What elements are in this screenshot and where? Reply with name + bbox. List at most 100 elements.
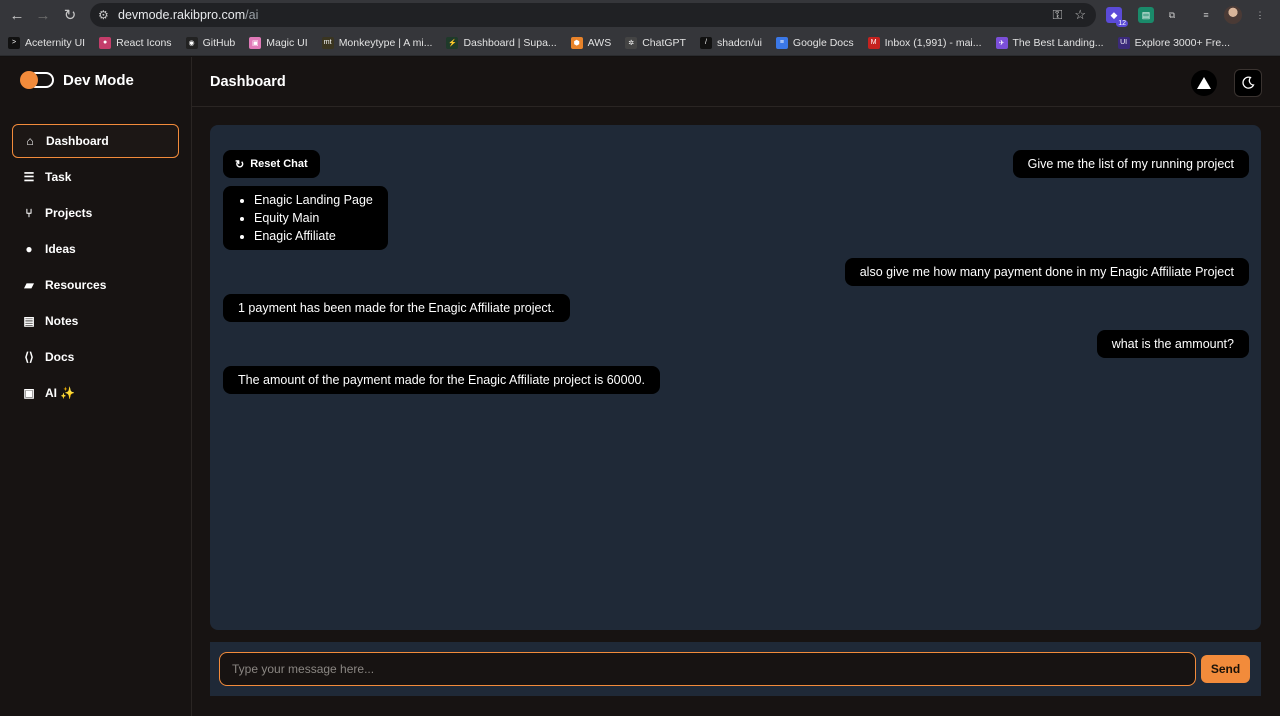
sidebar-item-label: Dashboard bbox=[46, 134, 109, 148]
sidebar: Dev Mode ⌂ Dashboard ☰ Task ⑂ Projects ● Ideas ▰… bbox=[0, 57, 192, 716]
bookmark-favicon-icon: ≡ bbox=[775, 36, 788, 49]
list-item: Equity Main bbox=[254, 209, 373, 227]
list-item: Enagic Affiliate bbox=[254, 227, 373, 245]
list-item: Enagic Landing Page bbox=[254, 191, 373, 209]
sidebar-item-task[interactable]: ☰ Task bbox=[12, 160, 179, 194]
password-key-icon[interactable]: ⚿ bbox=[1052, 7, 1062, 23]
vercel-icon[interactable] bbox=[1191, 70, 1217, 96]
bookmark-item[interactable]: ≡ Google Docs bbox=[775, 36, 854, 49]
app: Dev Mode ⌂ Dashboard ☰ Task ⑂ Projects ● Ideas ▰… bbox=[0, 57, 1280, 716]
list-icon: ☰ bbox=[23, 170, 35, 184]
bookmark-favicon-icon: ⬢ bbox=[570, 36, 583, 49]
bookmark-item[interactable]: ◉ GitHub bbox=[185, 36, 236, 49]
bookmark-item[interactable]: ▣ Magic UI bbox=[249, 36, 308, 49]
bot-message: 1 payment has been made for the Enagic A… bbox=[223, 294, 570, 322]
bookmark-favicon-icon: UI bbox=[1117, 36, 1130, 49]
bookmark-item[interactable]: ⚡ Dashboard | Supa... bbox=[446, 36, 557, 49]
extension-icon[interactable]: ◆ 12 bbox=[1106, 7, 1128, 27]
sidebar-item-label: AI ✨ bbox=[45, 386, 76, 400]
browser-menu-icon[interactable]: ⋮ bbox=[1252, 7, 1268, 23]
sidebar-item-projects[interactable]: ⑂ Projects bbox=[12, 196, 179, 230]
bookmark-item[interactable]: ● React Icons bbox=[99, 36, 172, 49]
sidebar-item-label: Projects bbox=[45, 206, 93, 220]
moon-icon bbox=[1242, 76, 1255, 89]
bookmark-favicon-icon: ✈ bbox=[995, 36, 1008, 49]
url-text: devmode.rakibpro.com/ai bbox=[118, 8, 259, 22]
bookmark-label: The Best Landing... bbox=[1012, 36, 1104, 49]
sidebar-item-label: Task bbox=[45, 170, 72, 184]
bookmark-label: AWS bbox=[587, 36, 612, 49]
bookmark-item[interactable]: UI Explore 3000+ Fre... bbox=[1117, 36, 1230, 49]
bookmark-favicon-icon: M bbox=[867, 36, 880, 49]
sidebar-item-label: Resources bbox=[45, 278, 107, 292]
bookmark-label: Google Docs bbox=[792, 36, 854, 49]
bookmark-label: Inbox (1,991) - mai... bbox=[884, 36, 982, 49]
sidebar-nav: ⌂ Dashboard ☰ Task ⑂ Projects ● Ideas ▰ Resources… bbox=[12, 124, 179, 412]
sidebar-item-resources[interactable]: ▰ Resources bbox=[12, 268, 179, 302]
bot-message: Enagic Landing PageEquity MainEnagic Aff… bbox=[223, 186, 388, 250]
bookmark-label: Aceternity UI bbox=[25, 36, 86, 49]
page-title: Dashboard bbox=[210, 74, 286, 90]
sidebar-item-notes[interactable]: ▤ Notes bbox=[12, 304, 179, 338]
bookmark-item[interactable]: ✈ The Best Landing... bbox=[995, 36, 1104, 49]
bookmark-star-icon[interactable]: ☆ bbox=[1074, 7, 1086, 23]
bookmark-item[interactable]: / shadcn/ui bbox=[699, 36, 762, 49]
bookmarks-bar: > Aceternity UI ● React Icons ◉ GitHub ▣ Magic … bbox=[0, 30, 1280, 56]
reset-chat-button[interactable]: ↻ Reset Chat bbox=[223, 150, 320, 178]
user-message: Give me the list of my running project bbox=[1012, 150, 1249, 178]
user-message: what is the ammount? bbox=[1096, 330, 1249, 358]
bookmark-item[interactable]: mt Monkeytype | A mi... bbox=[321, 36, 433, 49]
bookmark-favicon-icon: ◉ bbox=[185, 36, 198, 49]
sidebar-item-ideas[interactable]: ● Ideas bbox=[12, 232, 179, 266]
bookmark-item[interactable]: M Inbox (1,991) - mai... bbox=[867, 36, 982, 49]
theme-toggle-button[interactable] bbox=[1234, 69, 1262, 97]
sidebar-item-dashboard[interactable]: ⌂ Dashboard bbox=[12, 124, 179, 158]
bookmark-item[interactable]: ⬢ AWS bbox=[570, 36, 612, 49]
forward-icon[interactable]: → bbox=[30, 2, 56, 28]
reading-list-icon[interactable]: ≡ bbox=[1198, 7, 1214, 23]
extensions-puzzle-icon[interactable]: ⧉ bbox=[1164, 7, 1180, 23]
bookmark-favicon-icon: ▣ bbox=[249, 36, 262, 49]
browser-toolbar: ← → ↻ ⚙ devmode.rakibpro.com/ai ⚿ ☆ ◆ 12 … bbox=[0, 0, 1280, 30]
site-settings-icon[interactable]: ⚙ bbox=[98, 8, 118, 22]
address-bar[interactable]: ⚙ devmode.rakibpro.com/ai ⚿ ☆ bbox=[90, 3, 1096, 27]
page-header: Dashboard bbox=[192, 57, 1280, 107]
toggle-logo-icon bbox=[20, 71, 55, 89]
bookmark-favicon-icon: ● bbox=[99, 36, 112, 49]
bookmark-label: Magic UI bbox=[266, 36, 308, 49]
back-icon[interactable]: ← bbox=[4, 2, 30, 28]
sidebar-item-ai[interactable]: ▣ AI ✨ bbox=[12, 376, 179, 410]
sidebar-item-label: Ideas bbox=[45, 242, 76, 256]
box-icon: ▰ bbox=[24, 278, 34, 292]
bookmark-label: Explore 3000+ Fre... bbox=[1134, 36, 1230, 49]
sidebar-item-label: Docs bbox=[45, 350, 75, 364]
note-icon: ▤ bbox=[23, 314, 35, 328]
bookmark-item[interactable]: > Aceternity UI bbox=[8, 36, 86, 49]
bookmark-label: React Icons bbox=[116, 36, 172, 49]
chip-icon: ▣ bbox=[23, 386, 35, 400]
extension-icon[interactable]: ▤ bbox=[1138, 7, 1154, 23]
sidebar-item-label: Notes bbox=[45, 314, 79, 328]
send-button[interactable]: Send bbox=[1201, 655, 1250, 683]
project-list: Enagic Landing PageEquity MainEnagic Aff… bbox=[238, 191, 373, 245]
composer: Send bbox=[210, 642, 1261, 696]
chat-panel: ↻ Reset Chat Give me the list of my runn… bbox=[210, 125, 1261, 630]
user-message: also give me how many payment done in my… bbox=[844, 258, 1249, 286]
brand-title: Dev Mode bbox=[63, 71, 134, 89]
profile-avatar[interactable] bbox=[1224, 6, 1242, 24]
branch-icon: ⑂ bbox=[25, 206, 33, 220]
bookmark-label: Monkeytype | A mi... bbox=[338, 36, 433, 49]
bookmark-label: GitHub bbox=[202, 36, 236, 49]
message-input[interactable] bbox=[219, 652, 1196, 686]
brand[interactable]: Dev Mode bbox=[20, 71, 134, 89]
sidebar-item-docs[interactable]: ⟨⟩ Docs bbox=[12, 340, 179, 374]
bookmark-label: shadcn/ui bbox=[716, 36, 762, 49]
bookmark-favicon-icon: > bbox=[8, 36, 20, 49]
code-file-icon: ⟨⟩ bbox=[24, 350, 34, 364]
bookmark-item[interactable]: ✲ ChatGPT bbox=[625, 36, 686, 49]
bookmark-favicon-icon: ✲ bbox=[625, 36, 638, 49]
reload-icon[interactable]: ↻ bbox=[57, 2, 83, 28]
bookmark-favicon-icon: / bbox=[699, 36, 712, 49]
bookmark-label: ChatGPT bbox=[642, 36, 686, 49]
bot-message: The amount of the payment made for the E… bbox=[223, 366, 660, 394]
